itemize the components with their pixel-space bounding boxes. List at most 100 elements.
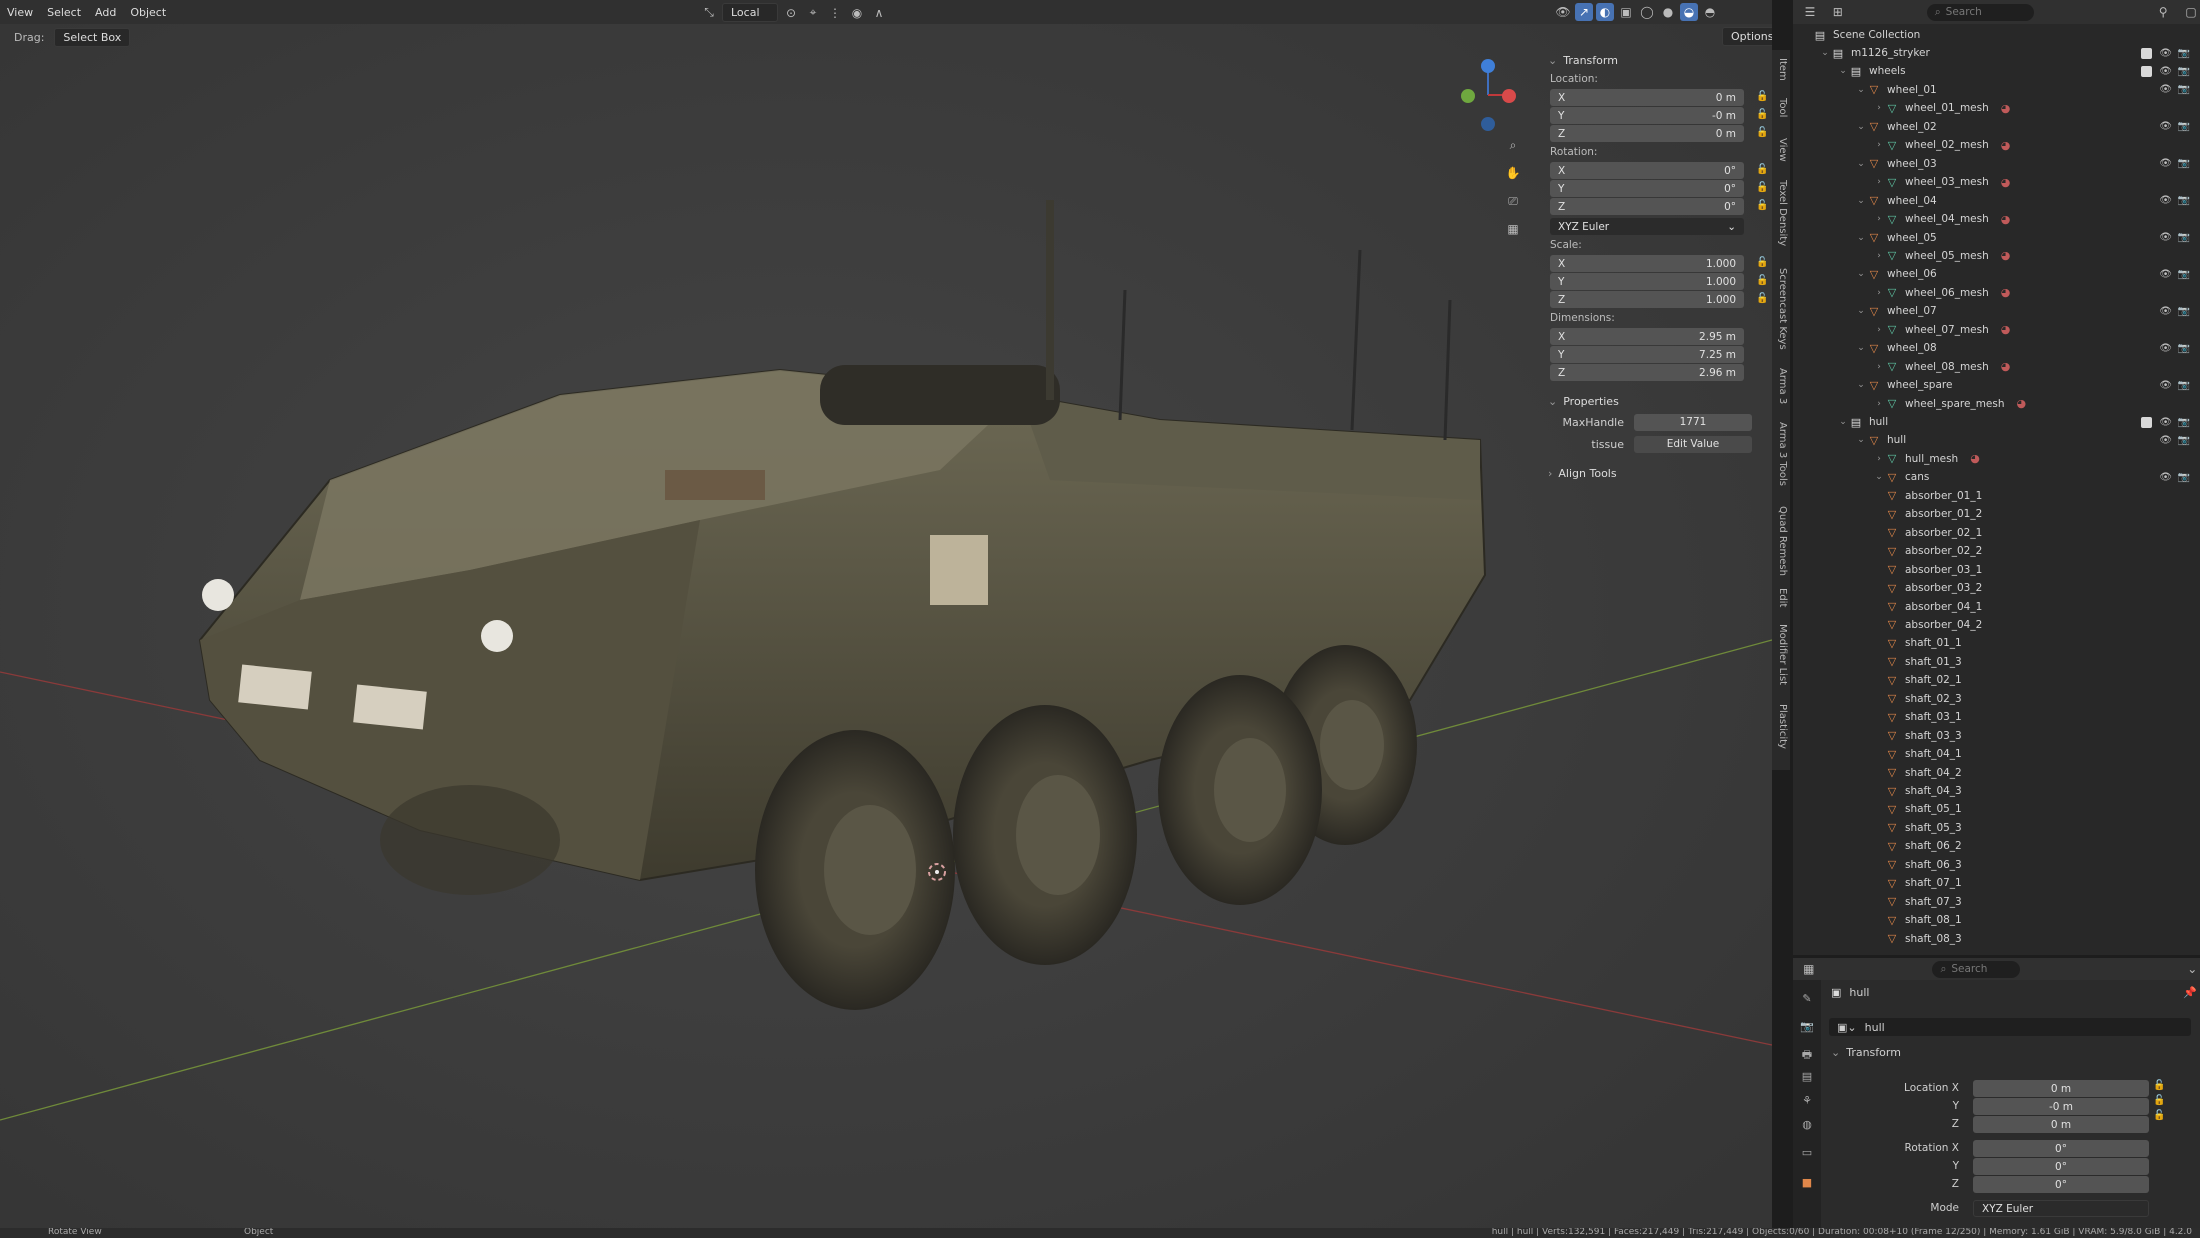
outliner-search-input[interactable]: ⌕ Search [1926, 3, 2035, 21]
outliner-row[interactable]: ⌄ ▤ m1126_stryker 👁 📷 [1793, 44, 2200, 62]
outliner-row[interactable]: ▽ absorber_01_1 [1793, 487, 2200, 505]
gizmo-toggle-icon[interactable]: ↗ [1575, 3, 1593, 21]
camera-icon[interactable]: 📷 [2178, 195, 2190, 206]
chevron-right-icon[interactable]: › [1873, 288, 1885, 298]
outliner-row[interactable]: › ▽ wheel_03_mesh ◕ [1793, 173, 2200, 191]
outliner-row[interactable]: ▽ absorber_03_1 [1793, 561, 2200, 579]
prop-rotation-y-field[interactable]: 0° [1973, 1158, 2149, 1175]
outliner-row[interactable]: › ▽ wheel_07_mesh ◕ [1793, 321, 2200, 339]
outliner-row[interactable]: › ▽ wheel_spare_mesh ◕ [1793, 395, 2200, 413]
outliner-row[interactable]: › ▽ wheel_05_mesh ◕ [1793, 247, 2200, 265]
collection-checkbox[interactable] [2141, 47, 2152, 59]
rotation-x-field[interactable]: X 0° 🔓 [1550, 162, 1768, 179]
scale-z-field[interactable]: Z 1.000 🔓 [1550, 291, 1768, 308]
lock-icon[interactable]: 🔓 [1756, 127, 1768, 139]
chevron-down-icon[interactable]: ⌄ [1837, 66, 1849, 76]
outliner-row[interactable]: ▽ absorber_01_2 [1793, 505, 2200, 523]
tab-tool[interactable]: Tool [1774, 98, 1788, 117]
solid-shading-icon[interactable]: ● [1659, 3, 1677, 21]
collection-checkbox[interactable] [2141, 416, 2152, 428]
edit-value-button[interactable]: Edit Value [1634, 435, 1752, 453]
rendered-shading-icon[interactable]: ◓ [1701, 3, 1719, 21]
scene-collection-row[interactable]: ▤ Scene Collection [1793, 26, 2200, 44]
proportional-edit-icon[interactable]: ◉ [848, 4, 866, 22]
chevron-right-icon[interactable]: › [1873, 140, 1885, 150]
maxhandle-field[interactable]: 1771 [1634, 413, 1752, 431]
location-y-field[interactable]: Y -0 m 🔓 [1550, 107, 1768, 124]
camera-icon[interactable]: 📷 [2178, 121, 2190, 132]
camera-icon[interactable]: 📷 [2178, 417, 2190, 428]
properties-transform-header[interactable]: ⌄ Transform [1831, 1046, 1901, 1059]
lock-icon[interactable]: 🔓 [1756, 257, 1768, 269]
tab-arma3[interactable]: Arma 3 [1774, 368, 1788, 404]
outliner-row[interactable]: ⌄ ▽ wheel_03 👁 📷 [1793, 155, 2200, 173]
outliner-row[interactable]: ▽ absorber_04_1 [1793, 598, 2200, 616]
camera-icon[interactable]: 📷 [2178, 435, 2190, 446]
outliner-row[interactable]: ▽ shaft_07_1 [1793, 874, 2200, 892]
world-tab-icon[interactable]: ◍ [1800, 1118, 1814, 1132]
rotation-mode-dropdown[interactable]: XYZ Euler ⌄ [1550, 218, 1744, 235]
chevron-down-icon[interactable]: ⌄ [1819, 48, 1831, 58]
outliner-row[interactable]: ▽ shaft_04_1 [1793, 745, 2200, 763]
eye-icon[interactable]: 👁 [2159, 306, 2172, 317]
tab-plasticity[interactable]: Plasticity [1774, 704, 1788, 749]
chevron-down-icon[interactable]: ⌄ [1855, 306, 1867, 316]
outliner-row[interactable]: ⌄ ▽ wheel_01 👁 📷 [1793, 81, 2200, 99]
outliner-row[interactable]: › ▽ wheel_02_mesh ◕ [1793, 136, 2200, 154]
chevron-right-icon[interactable]: › [1873, 362, 1885, 372]
lock-icon[interactable]: 🔓 [2153, 1080, 2165, 1091]
chevron-down-icon[interactable]: ⌄ [1855, 196, 1867, 206]
outliner-row[interactable]: ⌄ ▤ wheels 👁 📷 [1793, 62, 2200, 80]
outliner-row[interactable]: › ▽ wheel_04_mesh ◕ [1793, 210, 2200, 228]
outliner-row[interactable]: ⌄ ▽ wheel_spare 👁 📷 [1793, 376, 2200, 394]
chevron-right-icon[interactable]: › [1873, 251, 1885, 261]
outliner-row[interactable]: ▽ shaft_07_3 [1793, 893, 2200, 911]
prop-location-z-field[interactable]: 0 m [1973, 1116, 2149, 1133]
camera-icon[interactable]: 📷 [2178, 232, 2190, 243]
tab-screencast-keys[interactable]: Screencast Keys [1774, 268, 1788, 350]
chevron-right-icon[interactable]: › [1873, 325, 1885, 335]
lock-icon[interactable]: 🔓 [1756, 109, 1768, 121]
visibility-icon[interactable]: 👁 [1554, 3, 1572, 21]
outliner-row[interactable]: ▽ shaft_05_3 [1793, 819, 2200, 837]
view-layer-tab-icon[interactable]: ▤ [1800, 1070, 1814, 1084]
snap-icon[interactable]: ⌖ [804, 4, 822, 22]
lock-icon[interactable]: 🔓 [1756, 164, 1768, 176]
lock-icon[interactable]: 🔓 [1756, 91, 1768, 103]
camera-icon[interactable]: 📷 [2178, 158, 2190, 169]
eye-icon[interactable]: 👁 [2159, 84, 2172, 95]
zoom-icon[interactable]: ⌕ [1504, 136, 1522, 154]
chevron-right-icon[interactable]: › [1873, 454, 1885, 464]
eye-icon[interactable]: 👁 [2159, 232, 2172, 243]
output-tab-icon[interactable]: 🖶 [1800, 1046, 1814, 1061]
dimensions-x-field[interactable]: X 2.95 m [1550, 328, 1744, 345]
pivot-point-icon[interactable]: ⊙ [782, 4, 800, 22]
outliner-row[interactable]: ▽ shaft_03_1 [1793, 708, 2200, 726]
outliner-row[interactable]: ▽ shaft_06_2 [1793, 837, 2200, 855]
outliner-row[interactable]: ⌄ ▽ cans 👁 📷 [1793, 468, 2200, 486]
datablock-name-field[interactable]: ▣⌄ hull [1829, 1018, 2191, 1036]
chevron-right-icon[interactable]: › [1873, 177, 1885, 187]
camera-icon[interactable]: 📷 [2178, 306, 2190, 317]
snap-target-icon[interactable]: ⋮ [826, 4, 844, 22]
wireframe-shading-icon[interactable]: ◯ [1638, 3, 1656, 21]
camera-icon[interactable]: 📷 [2178, 48, 2190, 59]
camera-icon[interactable]: 📷 [2178, 343, 2190, 354]
outliner-row[interactable]: ▽ shaft_02_1 [1793, 671, 2200, 689]
prop-rotation-z-field[interactable]: 0° [1973, 1176, 2149, 1193]
lock-icon[interactable]: 🔓 [1756, 275, 1768, 287]
eye-icon[interactable]: 👁 [2159, 343, 2172, 354]
outliner-row[interactable]: ▽ absorber_02_1 [1793, 524, 2200, 542]
chevron-right-icon[interactable]: › [1873, 399, 1885, 409]
collection-checkbox[interactable] [2141, 65, 2152, 77]
chevron-down-icon[interactable]: ⌄ [1855, 435, 1867, 445]
prop-location-y-field[interactable]: -0 m [1973, 1098, 2149, 1115]
eye-icon[interactable]: 👁 [2159, 269, 2172, 280]
chevron-down-icon[interactable]: ⌄ [1855, 343, 1867, 353]
chevron-down-icon[interactable]: ⌄ [2185, 960, 2200, 978]
outliner-row[interactable]: ▽ shaft_04_2 [1793, 764, 2200, 782]
chevron-down-icon[interactable]: ⌄ [1873, 472, 1885, 482]
tab-view[interactable]: View [1774, 138, 1788, 162]
prop-location-x-field[interactable]: 0 m [1973, 1080, 2149, 1097]
rotation-z-field[interactable]: Z 0° 🔓 [1550, 198, 1768, 215]
